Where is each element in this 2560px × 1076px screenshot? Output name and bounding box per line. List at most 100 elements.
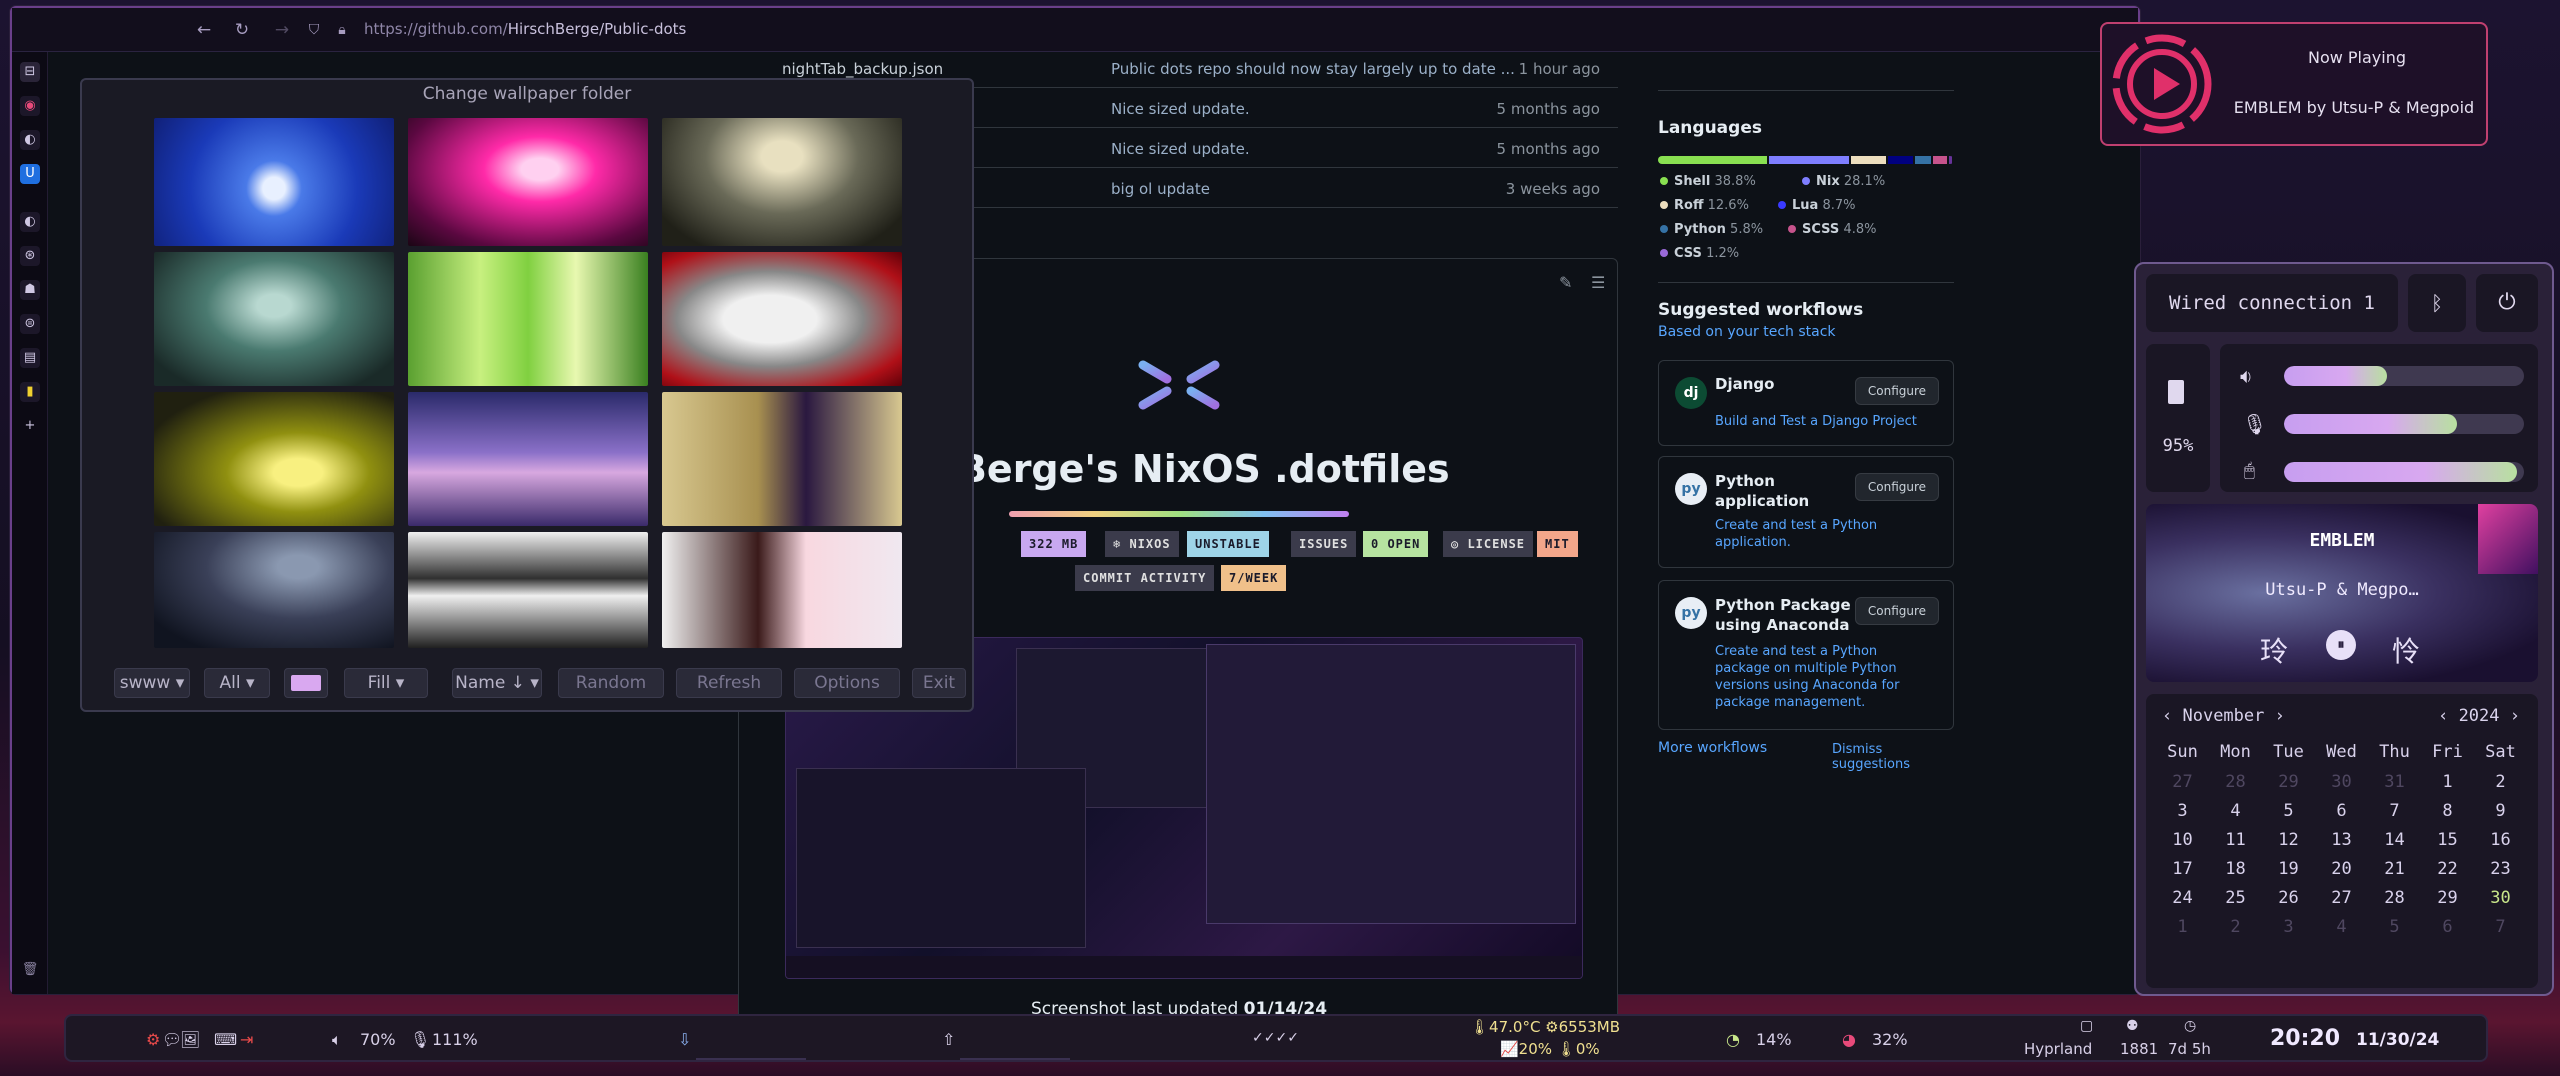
github-icon[interactable]: ◐ <box>20 130 40 150</box>
shield-icon[interactable]: ⛉ <box>302 18 326 42</box>
calendar-day[interactable]: 1 <box>2156 917 2209 937</box>
mic-slider[interactable] <box>2284 414 2524 434</box>
volume-icon[interactable]: 🔈︎ <box>332 1030 342 1050</box>
calendar-day[interactable]: 18 <box>2209 859 2262 879</box>
wallpaper-thumb[interactable] <box>154 532 394 648</box>
wallpaper-thumb[interactable] <box>408 252 648 386</box>
sidebar-bot-icon[interactable]: ☗ <box>20 280 40 300</box>
issues-badge-value[interactable]: 0 OPEN <box>1363 531 1429 557</box>
calendar-day[interactable]: 27 <box>2315 888 2368 908</box>
commit-badge-label[interactable]: COMMIT ACTIVITY <box>1075 565 1215 591</box>
language-shell[interactable]: Shell 38.8% <box>1660 174 1756 189</box>
reload-icon[interactable]: ↻ <box>230 18 254 42</box>
language-python[interactable]: Python 5.8% <box>1660 222 1763 237</box>
options-button[interactable]: Options <box>794 668 900 698</box>
calendar-day[interactable]: 30 <box>2315 772 2368 792</box>
wallpaper-thumb[interactable] <box>662 252 902 386</box>
wallpaper-thumb[interactable] <box>662 118 902 246</box>
calendar-day[interactable]: 22 <box>2421 859 2474 879</box>
size-badge[interactable]: 322 MB <box>1021 531 1087 557</box>
configure-button[interactable]: Configure <box>1855 377 1939 405</box>
calendar-day[interactable]: 10 <box>2156 830 2209 850</box>
sidebar-chat-icon[interactable]: ⊜ <box>20 314 40 334</box>
language-css[interactable]: CSS 1.2% <box>1660 246 1739 261</box>
media-tile[interactable]: EMBLEM Utsu-P & Megpo… 玲 ⏸︎ 怜 <box>2146 504 2538 682</box>
forward-icon[interactable]: → <box>270 18 294 42</box>
nixos-badge-value[interactable]: UNSTABLE <box>1187 531 1269 557</box>
next-track-icon[interactable]: 怜 <box>2392 630 2420 670</box>
bluetooth-icon[interactable]: ᛒ <box>2408 274 2466 332</box>
calendar-day[interactable]: 28 <box>2209 772 2262 792</box>
brightness-slider[interactable] <box>2284 462 2524 482</box>
calendar-day[interactable]: 3 <box>2262 917 2315 937</box>
clock[interactable]: 20:20 <box>2270 1026 2340 1051</box>
calendar-day[interactable]: 14 <box>2368 830 2421 850</box>
calendar-day[interactable]: 2 <box>2209 917 2262 937</box>
previous-track-icon[interactable]: 玲 <box>2260 630 2288 670</box>
wallpaper-thumb[interactable] <box>154 118 394 246</box>
calendar-day[interactable]: 13 <box>2315 830 2368 850</box>
bitwarden-icon[interactable]: U <box>20 164 40 184</box>
calendar-day[interactable]: 15 <box>2421 830 2474 850</box>
wallpaper-thumb[interactable] <box>408 392 648 526</box>
speaker-icon[interactable]: 🔉︎ <box>2240 364 2253 388</box>
mic-icon[interactable]: 🎙︎ <box>410 1030 430 1049</box>
more-workflows-link[interactable]: More workflows <box>1658 740 1767 756</box>
volume-slider[interactable] <box>2284 366 2524 386</box>
calendar-day[interactable]: 9 <box>2474 801 2527 821</box>
calendar-day[interactable]: 5 <box>2368 917 2421 937</box>
commit-message[interactable]: Nice sized update. <box>1111 100 1250 118</box>
add-panel-icon[interactable]: + <box>20 416 40 436</box>
sort-select[interactable]: Name ↓ ▾ <box>452 668 542 698</box>
trash-icon[interactable]: 🗑︎ <box>20 960 40 980</box>
network-tile[interactable]: Wired connection 1 <box>2146 274 2398 332</box>
random-button[interactable]: Random <box>558 668 664 698</box>
calendar-day[interactable]: 17 <box>2156 859 2209 879</box>
calendar-day[interactable]: 5 <box>2262 801 2315 821</box>
calendar-day[interactable]: 21 <box>2368 859 2421 879</box>
configure-button[interactable]: Configure <box>1855 597 1939 625</box>
issues-badge-label[interactable]: ISSUES <box>1291 531 1357 557</box>
language-scss[interactable]: SCSS 4.8% <box>1788 222 1876 237</box>
calendar-day[interactable]: 16 <box>2474 830 2527 850</box>
wallpaper-thumb[interactable] <box>154 392 394 526</box>
month-nav[interactable]: ‹ November › <box>2162 706 2285 726</box>
calendar-day[interactable]: 6 <box>2315 801 2368 821</box>
address-bar[interactable]: https://github.com/HirschBerge/Public-do… <box>364 20 686 38</box>
calendar-day[interactable]: 23 <box>2474 859 2527 879</box>
calendar-day[interactable]: 8 <box>2421 801 2474 821</box>
calendar-day[interactable]: 30 <box>2474 888 2527 908</box>
sidebar-doc-icon[interactable]: ▤ <box>20 348 40 368</box>
commit-badge-value[interactable]: 7/WEEK <box>1221 565 1287 591</box>
back-icon[interactable]: ← <box>192 18 216 42</box>
commit-message[interactable]: Nice sized update. <box>1111 140 1250 158</box>
volume-percent[interactable]: 70% <box>360 1030 396 1049</box>
calendar-day[interactable]: 28 <box>2368 888 2421 908</box>
calendar-day[interactable]: 27 <box>2156 772 2209 792</box>
calendar-day[interactable]: 6 <box>2421 917 2474 937</box>
wallpaper-folder-title[interactable]: Change wallpaper folder <box>82 84 972 104</box>
commit-message[interactable]: big ol update <box>1111 180 1210 198</box>
microphone-icon[interactable]: 🎙︎ <box>2242 412 2267 436</box>
refresh-button[interactable]: Refresh <box>676 668 782 698</box>
year-nav[interactable]: ‹ 2024 › <box>2438 706 2520 726</box>
calendar-day[interactable]: 20 <box>2315 859 2368 879</box>
edit-icon[interactable]: ✎ <box>1559 273 1572 292</box>
wallpaper-thumb[interactable] <box>154 252 394 386</box>
sidebar-note-icon[interactable]: ▮ <box>20 382 40 402</box>
now-playing-widget[interactable]: Now Playing EMBLEM by Utsu-P & Megpoid <box>2100 22 2488 146</box>
license-badge-value[interactable]: MIT <box>1537 531 1578 557</box>
file-name[interactable]: nightTab_backup.json <box>782 60 943 78</box>
color-picker[interactable] <box>284 668 328 698</box>
calendar-day[interactable]: 7 <box>2474 917 2527 937</box>
calendar-day[interactable]: 1 <box>2421 772 2474 792</box>
fill-mode-select[interactable]: Fill ▾ <box>344 668 428 698</box>
outline-icon[interactable]: ☰ <box>1591 273 1605 292</box>
calendar-day[interactable]: 25 <box>2209 888 2262 908</box>
backend-select[interactable]: swww ▾ <box>114 668 190 698</box>
mouse-icon[interactable]: 🖱︎ <box>2244 460 2255 481</box>
language-roff[interactable]: Roff 12.6% <box>1660 198 1749 213</box>
calendar-day[interactable]: 11 <box>2209 830 2262 850</box>
calendar-day[interactable]: 4 <box>2315 917 2368 937</box>
calendar-day[interactable]: 26 <box>2262 888 2315 908</box>
